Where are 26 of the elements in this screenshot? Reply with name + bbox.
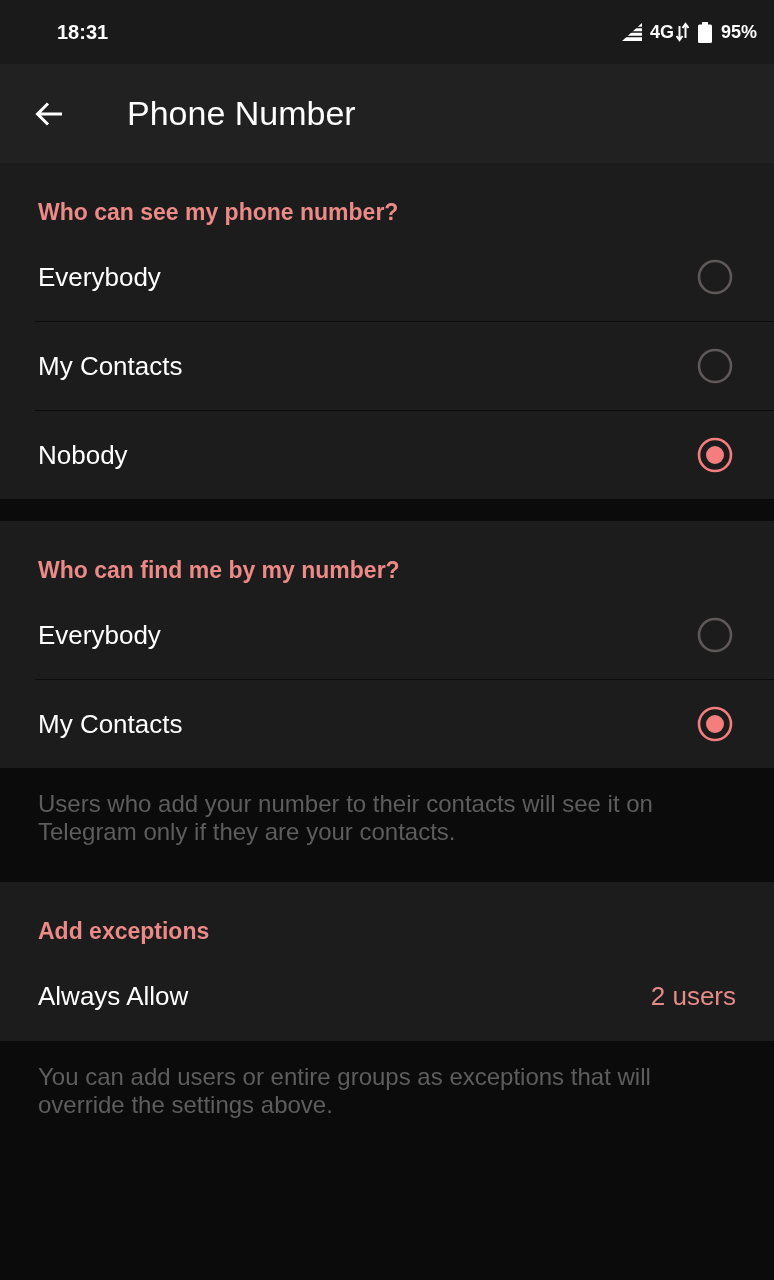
privacy-option[interactable]: Everybody: [0, 233, 774, 321]
radio-selected-icon[interactable]: [697, 437, 733, 473]
privacy-option[interactable]: Nobody: [0, 411, 774, 499]
radio-selected-icon[interactable]: [697, 706, 733, 742]
network-type: 4G: [649, 20, 674, 44]
section-header: Who can find me by my number?: [38, 556, 401, 585]
row-label: Always Allow: [38, 980, 189, 1013]
privacy-option[interactable]: My Contacts: [0, 322, 774, 410]
footnote-text: Users who add your number to their contacts will see it on Telegram only if they are your contacts.: [38, 790, 654, 846]
privacy-option[interactable]: Everybody: [0, 591, 774, 679]
radio-icon[interactable]: [697, 259, 733, 295]
section-header: Add exceptions: [38, 917, 211, 946]
radio-icon[interactable]: [697, 617, 733, 653]
page-title: Phone Number: [127, 93, 356, 134]
battery-icon: [697, 21, 712, 43]
radio-icon[interactable]: [697, 348, 733, 384]
clock-time: 18:31: [57, 20, 109, 45]
exception-row[interactable]: Always Allow 2 users: [0, 952, 774, 1041]
data-arrows-icon: [675, 22, 689, 42]
privacy-option[interactable]: My Contacts: [0, 680, 774, 768]
user-count: 2 users: [650, 980, 736, 1013]
back-arrow-icon[interactable]: [35, 101, 63, 126]
battery-percent: 95%: [720, 20, 757, 44]
signal-icon: [621, 23, 642, 41]
footnote-text: You can add users or entire groups as exceptions that will override the settings above.: [38, 1063, 652, 1119]
section-header: Who can see my phone number?: [38, 198, 400, 227]
